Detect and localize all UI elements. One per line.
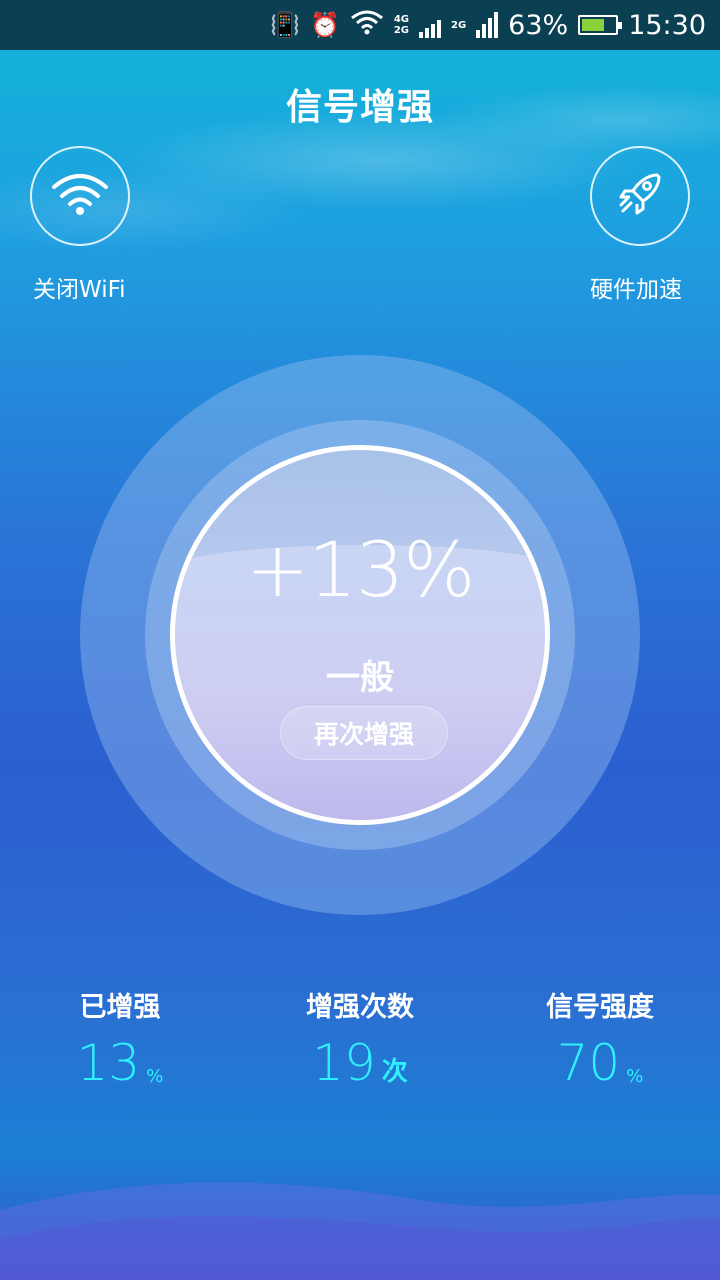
stat-number: 13 <box>76 1034 141 1092</box>
hardware-acceleration-label[interactable]: 硬件加速 <box>590 270 682 304</box>
signal-icon <box>419 12 441 38</box>
stat-boosted: 已增强 13 % <box>0 985 240 1088</box>
wifi-icon <box>50 171 110 221</box>
network-type-2: 2G <box>451 20 466 31</box>
stat-value: 13 % <box>0 1038 240 1088</box>
boost-again-button[interactable]: 再次增强 <box>280 706 448 760</box>
stat-label: 已增强 <box>79 992 161 1023</box>
signal-icon-2 <box>476 12 499 38</box>
stat-unit: % <box>626 1066 644 1088</box>
stat-value: 19 次 <box>240 1038 480 1088</box>
stat-number: 70 <box>556 1034 621 1092</box>
signal-level: 一般 <box>326 658 394 698</box>
rocket-icon <box>613 167 667 225</box>
alarm-icon: ⏰ <box>309 11 340 39</box>
wifi-icon <box>350 9 384 42</box>
stat-unit: % <box>146 1066 164 1088</box>
bottom-wave-decoration <box>0 1182 720 1280</box>
battery-icon <box>578 15 623 35</box>
stat-boost-count: 增强次数 19 次 <box>240 985 480 1088</box>
network-secondary: 2G <box>393 25 409 36</box>
close-wifi-label[interactable]: 关闭WiFi <box>33 270 126 304</box>
hardware-acceleration-button[interactable] <box>590 146 690 246</box>
gauge-circle: +13% 一般 再次增强 <box>170 445 550 825</box>
page-title: 信号增强 <box>285 87 434 128</box>
close-wifi-button[interactable] <box>30 146 130 246</box>
network-tertiary: 2G <box>451 19 467 31</box>
battery-percent: 63% <box>508 9 569 41</box>
boost-percent: +13% <box>245 525 476 614</box>
stat-signal-strength: 信号强度 70 % <box>480 985 720 1088</box>
clock: 15:30 <box>628 9 706 41</box>
stat-label: 信号强度 <box>546 992 654 1023</box>
battery-fill <box>582 19 604 31</box>
stat-unit: 次 <box>381 1056 408 1087</box>
stat-number: 19 <box>312 1034 376 1092</box>
status-bar: 📳 ⏰ 4G 2G 2G 63% 15:30 <box>0 0 720 50</box>
network-type: 4G 2G <box>394 14 409 36</box>
stat-value: 70 % <box>480 1038 720 1088</box>
stat-label: 增强次数 <box>306 992 414 1023</box>
network-primary: 4G <box>393 14 409 25</box>
vibrate-icon: 📳 <box>270 11 300 39</box>
